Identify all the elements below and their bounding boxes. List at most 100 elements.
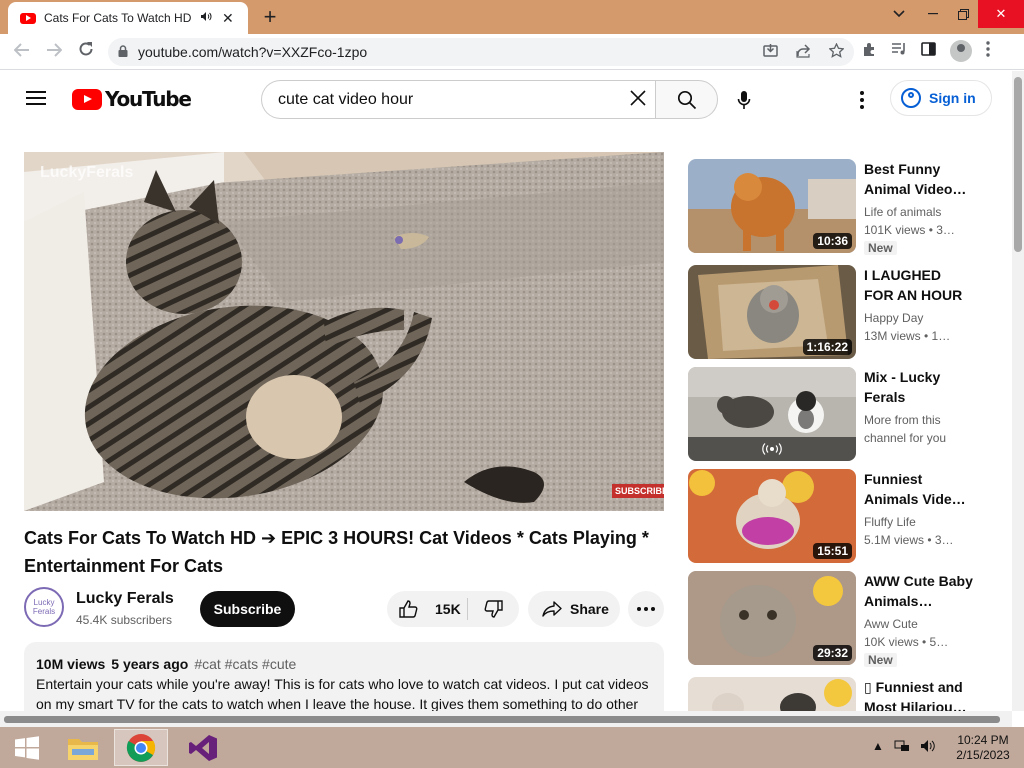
channel-name[interactable]: Fluffy Life — [864, 513, 974, 531]
volume-icon[interactable] — [920, 739, 936, 756]
close-window-button[interactable]: ✕ — [978, 0, 1024, 28]
visual-studio-taskbar-button[interactable] — [176, 729, 230, 766]
tab-search-chevron-icon[interactable] — [882, 0, 916, 28]
description-box[interactable]: 10M views 5 years ago #cat #cats #cute Ent… — [24, 642, 664, 722]
video-title[interactable]: ▯ Funniest and Most Hilariou… — [864, 677, 974, 711]
more-actions-button[interactable] — [628, 591, 664, 627]
video-title[interactable]: I LAUGHED FOR AN HOUR😹… — [864, 265, 974, 305]
share-arrow-icon — [542, 601, 562, 617]
browser-tab-strip: Cats For Cats To Watch HD – ✕ + ✕ — [0, 0, 1024, 34]
new-tab-button[interactable]: + — [258, 4, 282, 30]
recommended-video[interactable]: 15:51 Funniest Animals Vide… Fluffy Life… — [688, 469, 988, 563]
video-thumbnail[interactable] — [688, 677, 856, 711]
mix-subtitle: More from this channel for you — [864, 413, 947, 445]
scrollbar-thumb[interactable] — [1014, 77, 1022, 252]
video-title[interactable]: AWW Cute Baby Animals… — [864, 571, 974, 611]
video-meta: 101K views • 3… — [864, 223, 955, 237]
start-button[interactable] — [0, 729, 54, 766]
recommended-video[interactable]: 1:16:22 I LAUGHED FOR AN HOUR😹… Happy Da… — [688, 265, 988, 359]
video-thumbnail[interactable]: 1:16:22 — [688, 265, 856, 359]
subscribe-button[interactable]: Subscribe — [200, 591, 295, 627]
chrome-logo-icon — [126, 733, 156, 762]
video-meta: 5.1M views • 3… — [864, 533, 954, 547]
recommended-video[interactable]: 10:36 Best Funny Animal Video… Life of a… — [688, 159, 988, 255]
video-thumbnail[interactable]: 29:32 — [688, 571, 856, 665]
lock-icon[interactable] — [118, 44, 128, 60]
subscriber-count: 45.4K subscribers — [76, 613, 173, 627]
like-button[interactable]: 15K — [387, 591, 467, 627]
taskbar-clock[interactable]: 10:24 PM 2/15/2023 — [950, 733, 1016, 763]
channel-name[interactable]: Happy Day — [864, 309, 974, 327]
share-button[interactable]: Share — [528, 591, 620, 627]
network-icon[interactable] — [894, 739, 910, 756]
recommended-video[interactable]: ▯ Funniest and Most Hilariou… — [688, 677, 988, 711]
youtube-play-icon — [72, 88, 102, 110]
video-thumbnail[interactable]: 10:36 — [688, 159, 856, 253]
sign-in-button[interactable]: Sign in — [890, 80, 992, 116]
video-duration: 10:36 — [813, 233, 852, 249]
media-queue-icon[interactable] — [891, 42, 907, 60]
channel-name[interactable]: Lucky Ferals — [76, 590, 174, 608]
new-badge: New — [864, 653, 897, 667]
video-meta: 13M views • 1… — [864, 329, 951, 343]
sign-in-label: Sign in — [929, 90, 976, 106]
guide-menu-icon[interactable] — [26, 91, 46, 105]
url-text[interactable]: youtube.com/watch?v=XXZFco-1zpo — [138, 44, 367, 60]
channel-watermark: LuckyFerals — [40, 164, 134, 181]
dislike-button[interactable] — [468, 591, 518, 627]
video-player[interactable]: LuckyFerals SUBSCRIBE — [24, 152, 664, 511]
speaker-icon[interactable] — [200, 11, 212, 25]
extensions-icon[interactable] — [862, 42, 877, 61]
bookmark-star-icon[interactable] — [828, 42, 845, 61]
channel-name[interactable]: Aww Cute — [864, 615, 974, 633]
profile-avatar-icon[interactable] — [950, 40, 972, 62]
restore-button[interactable] — [946, 0, 980, 28]
page-horizontal-scrollbar[interactable] — [0, 711, 1012, 727]
clock-date: 2/15/2023 — [956, 748, 1010, 762]
scrollbar-thumb[interactable] — [4, 716, 1000, 723]
visual-studio-icon — [189, 734, 217, 761]
install-app-icon[interactable] — [763, 43, 778, 61]
back-button[interactable] — [8, 41, 36, 62]
channel-avatar[interactable]: Lucky Ferals — [24, 587, 64, 627]
search-query-text[interactable]: cute cat video hour — [278, 91, 413, 109]
show-hidden-icons-icon[interactable]: ▲ — [872, 739, 884, 756]
clear-search-icon[interactable] — [630, 89, 646, 112]
video-thumbnail[interactable]: 15:51 — [688, 469, 856, 563]
folder-icon — [68, 738, 98, 760]
video-title[interactable]: Best Funny Animal Video… — [864, 159, 974, 199]
video-duration: 15:51 — [813, 543, 852, 559]
channel-name[interactable]: Life of animals — [864, 203, 974, 221]
youtube-logo[interactable]: YouTube — [72, 87, 192, 111]
recommended-video[interactable]: 29:32 AWW Cute Baby Animals… Aww Cute 10… — [688, 571, 988, 667]
settings-menu-icon[interactable] — [850, 88, 874, 112]
like-dislike-group: 15K — [387, 591, 519, 627]
voice-search-button[interactable] — [730, 86, 758, 114]
windows-logo-icon — [15, 735, 39, 760]
browser-tab[interactable]: Cats For Cats To Watch HD – ✕ — [8, 2, 248, 34]
file-explorer-taskbar-button[interactable] — [56, 729, 110, 766]
like-count: 15K — [435, 601, 461, 617]
forward-button[interactable] — [40, 41, 68, 62]
share-page-icon[interactable] — [796, 43, 811, 61]
side-panel-icon[interactable] — [921, 42, 936, 60]
chrome-taskbar-button[interactable] — [114, 729, 168, 766]
search-button[interactable] — [655, 80, 718, 119]
search-input[interactable]: cute cat video hour — [261, 80, 656, 119]
video-duration: 29:32 — [813, 645, 852, 661]
recommended-mix[interactable]: Mix - Lucky Ferals More from this channe… — [688, 367, 988, 461]
video-title[interactable]: Funniest Animals Vide… — [864, 469, 974, 509]
page-vertical-scrollbar[interactable] — [1012, 71, 1024, 711]
subscribe-watermark-badge[interactable]: SUBSCRIBE — [612, 484, 664, 498]
hashtags[interactable]: #cat #cats #cute — [194, 656, 296, 672]
account-circle-icon — [901, 88, 921, 108]
system-tray: ▲ — [872, 739, 936, 756]
mix-thumbnail[interactable] — [688, 367, 856, 461]
address-bar[interactable]: youtube.com/watch?v=XXZFco-1zpo — [108, 38, 854, 66]
mix-title[interactable]: Mix - Lucky Ferals — [864, 367, 974, 407]
chrome-menu-icon[interactable] — [986, 41, 990, 61]
reload-button[interactable] — [72, 41, 100, 62]
thumbs-down-icon — [484, 600, 503, 618]
minimize-button[interactable] — [916, 0, 950, 28]
tab-close-icon[interactable]: ✕ — [222, 10, 234, 27]
